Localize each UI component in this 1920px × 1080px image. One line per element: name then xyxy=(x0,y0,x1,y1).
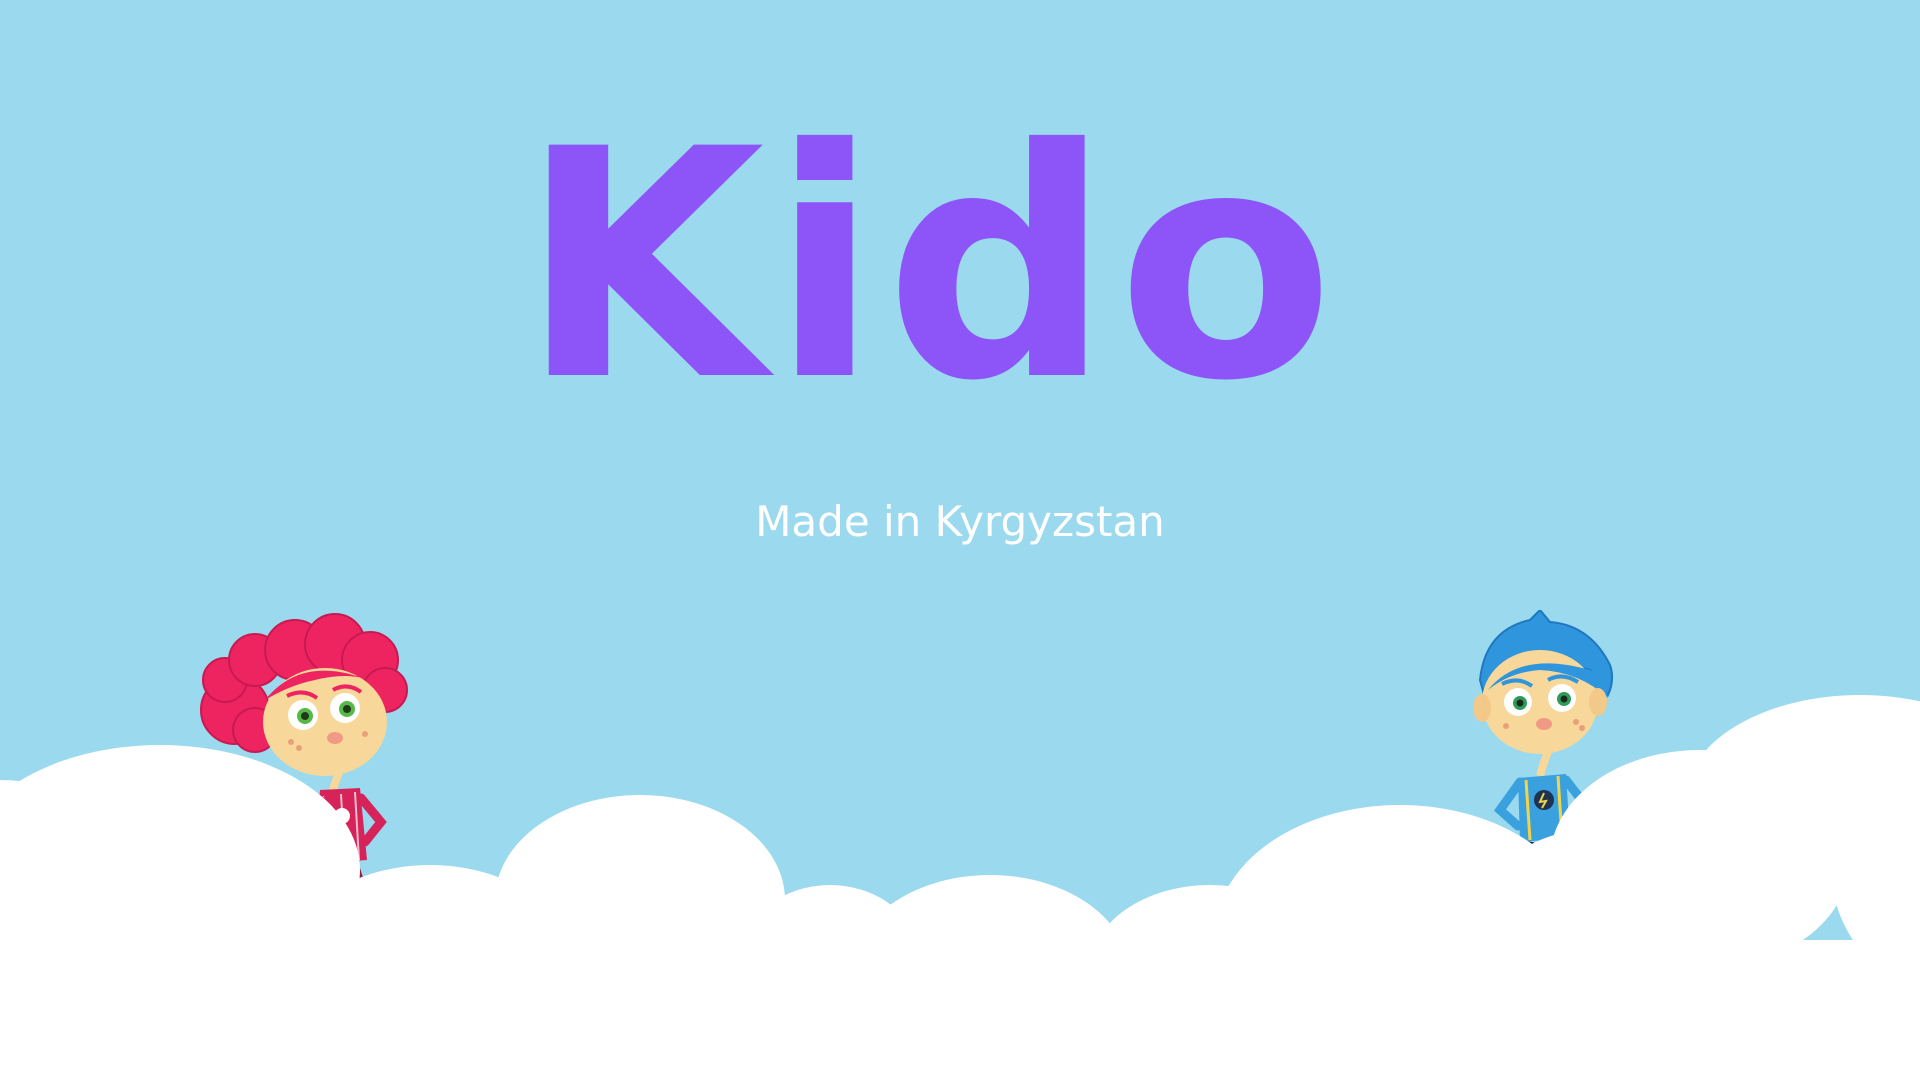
clouds xyxy=(0,695,1920,1080)
cloud-layer xyxy=(0,695,1920,1080)
